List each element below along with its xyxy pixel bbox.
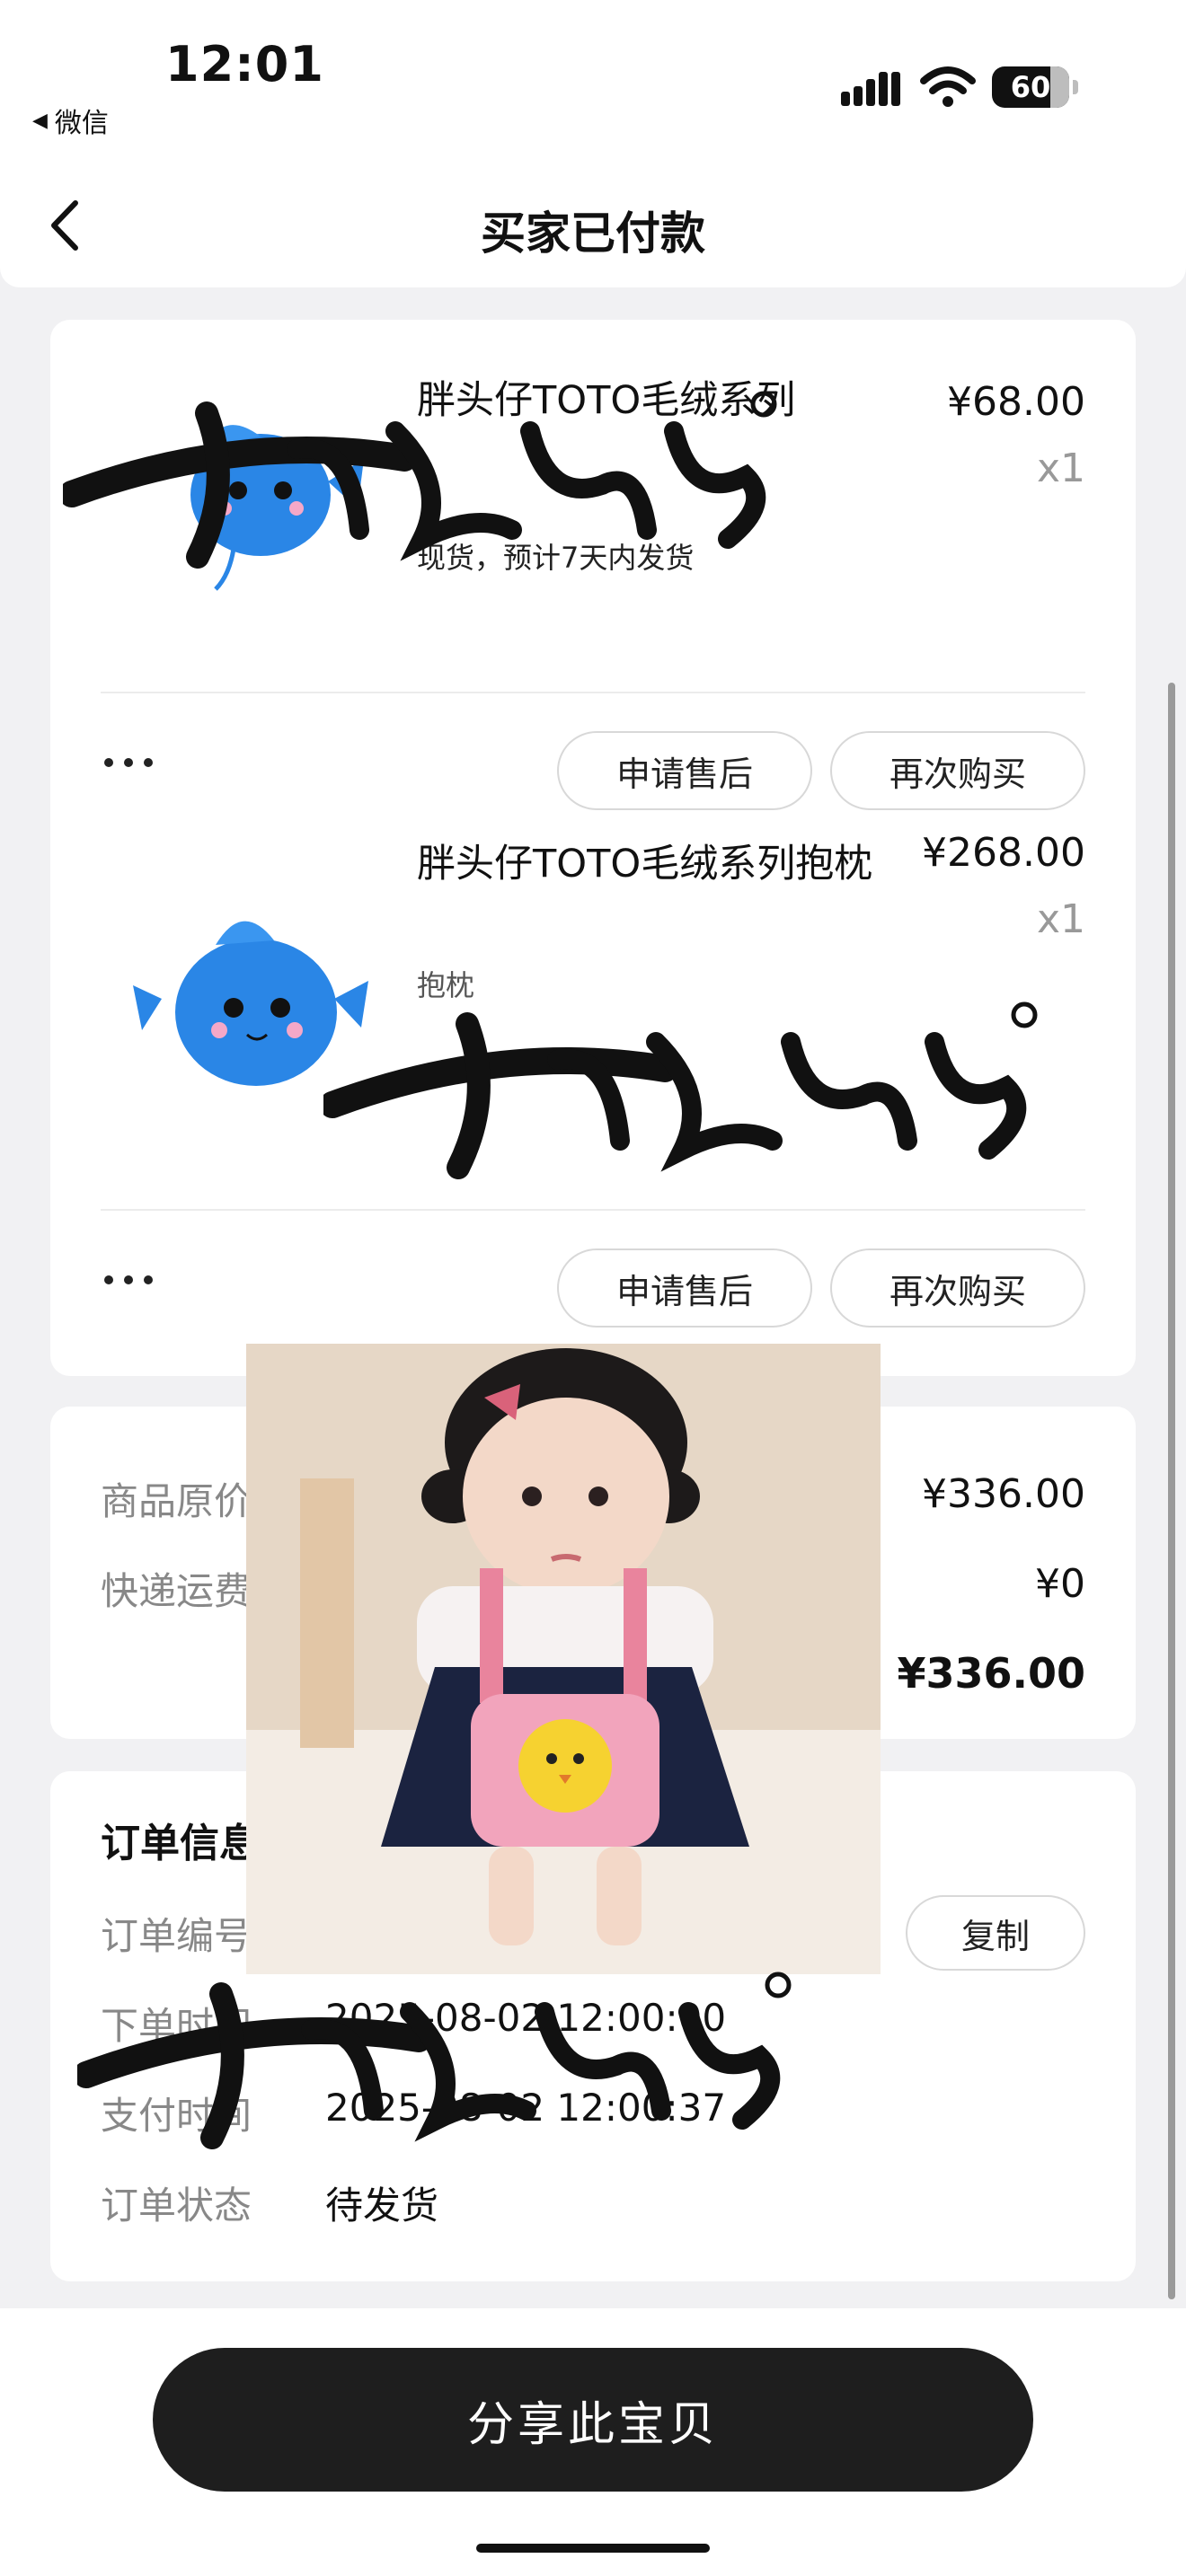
plush-blue-fish-pillow-icon bbox=[133, 921, 368, 1086]
original-price-label: 商品原价 bbox=[101, 1479, 252, 1523]
scrollbar[interactable] bbox=[1168, 683, 1175, 2299]
order-status-label: 订单状态 bbox=[101, 2183, 252, 2228]
product-qty: x1 bbox=[1036, 446, 1085, 491]
bottom-action-bar: 分享此宝贝 bbox=[0, 2308, 1186, 2576]
product-name: 胖头仔TOTO毛绒系列抱枕 bbox=[417, 842, 873, 887]
back-triangle-icon: ◀ bbox=[32, 109, 48, 132]
more-dots-icon[interactable] bbox=[104, 749, 176, 776]
product-item[interactable]: 胖头仔TOTO毛绒系列抱枕 抱枕 ¥268.00 x1 申请售后 再次购买 bbox=[50, 830, 1136, 1354]
shipping-label: 快递运费 bbox=[101, 1569, 252, 1613]
order-paid-value: 2025-08-02 12:00:37 bbox=[325, 2086, 727, 2130]
total-paid-value: ¥336.00 bbox=[897, 1649, 1085, 1698]
back-app-label: 微信 bbox=[54, 108, 109, 139]
more-dots-icon[interactable] bbox=[104, 1266, 176, 1293]
wifi-icon bbox=[920, 66, 976, 107]
shipping-value: ¥0 bbox=[1035, 1561, 1085, 1607]
after-sale-button[interactable]: 申请售后 bbox=[557, 731, 812, 810]
nav-bar: 买家已付款 bbox=[0, 162, 1186, 287]
plush-blue-fish-icon bbox=[190, 425, 364, 591]
child-with-backpack-photo-icon bbox=[246, 1344, 881, 1974]
status-bar: 12:01 ◀ 微信 60 bbox=[0, 0, 1186, 162]
signal-icon bbox=[841, 72, 900, 106]
divider bbox=[101, 692, 1085, 693]
battery-level: 60 bbox=[1010, 70, 1051, 104]
buy-again-button[interactable]: 再次购买 bbox=[830, 731, 1085, 810]
share-product-button[interactable]: 分享此宝贝 bbox=[153, 2348, 1033, 2492]
product-qty: x1 bbox=[1036, 896, 1085, 942]
product-name: 胖头仔TOTO毛绒系列 bbox=[417, 378, 796, 423]
sticker-photo bbox=[246, 1344, 881, 1974]
after-sale-button[interactable]: 申请售后 bbox=[557, 1248, 812, 1328]
page-title: 买家已付款 bbox=[481, 207, 705, 260]
order-status-value: 待发货 bbox=[325, 2183, 439, 2228]
battery-icon: 60 bbox=[992, 66, 1078, 108]
status-time: 12:01 bbox=[165, 36, 324, 93]
home-indicator bbox=[476, 2544, 710, 2553]
back-to-wechat[interactable]: ◀ 微信 bbox=[32, 101, 109, 140]
copy-order-number-button[interactable]: 复制 bbox=[906, 1895, 1085, 1971]
product-list-card: 胖头仔TOTO毛绒系列 现货，预计7天内发货 ¥68.00 x1 申请售后 再次… bbox=[50, 320, 1136, 1376]
product-price: ¥268.00 bbox=[922, 830, 1085, 876]
order-info-title: 订单信息 bbox=[101, 1821, 259, 1866]
order-created-value: 2025-08-02 12:00:00 bbox=[325, 1996, 727, 2040]
product-spec: 抱枕 bbox=[417, 968, 475, 1002]
product-shipping-note: 现货，预计7天内发货 bbox=[417, 541, 695, 575]
order-number-label: 订单编号 bbox=[101, 1914, 252, 1958]
divider bbox=[101, 1209, 1085, 1211]
product-item[interactable]: 胖头仔TOTO毛绒系列 现货，预计7天内发货 ¥68.00 x1 申请售后 再次… bbox=[50, 320, 1136, 837]
order-created-label: 下单时间 bbox=[101, 2004, 252, 2048]
buy-again-button[interactable]: 再次购买 bbox=[830, 1248, 1085, 1328]
order-paid-label: 支付时间 bbox=[101, 2094, 252, 2138]
original-price-value: ¥336.00 bbox=[922, 1471, 1085, 1517]
product-price: ¥68.00 bbox=[947, 379, 1085, 425]
